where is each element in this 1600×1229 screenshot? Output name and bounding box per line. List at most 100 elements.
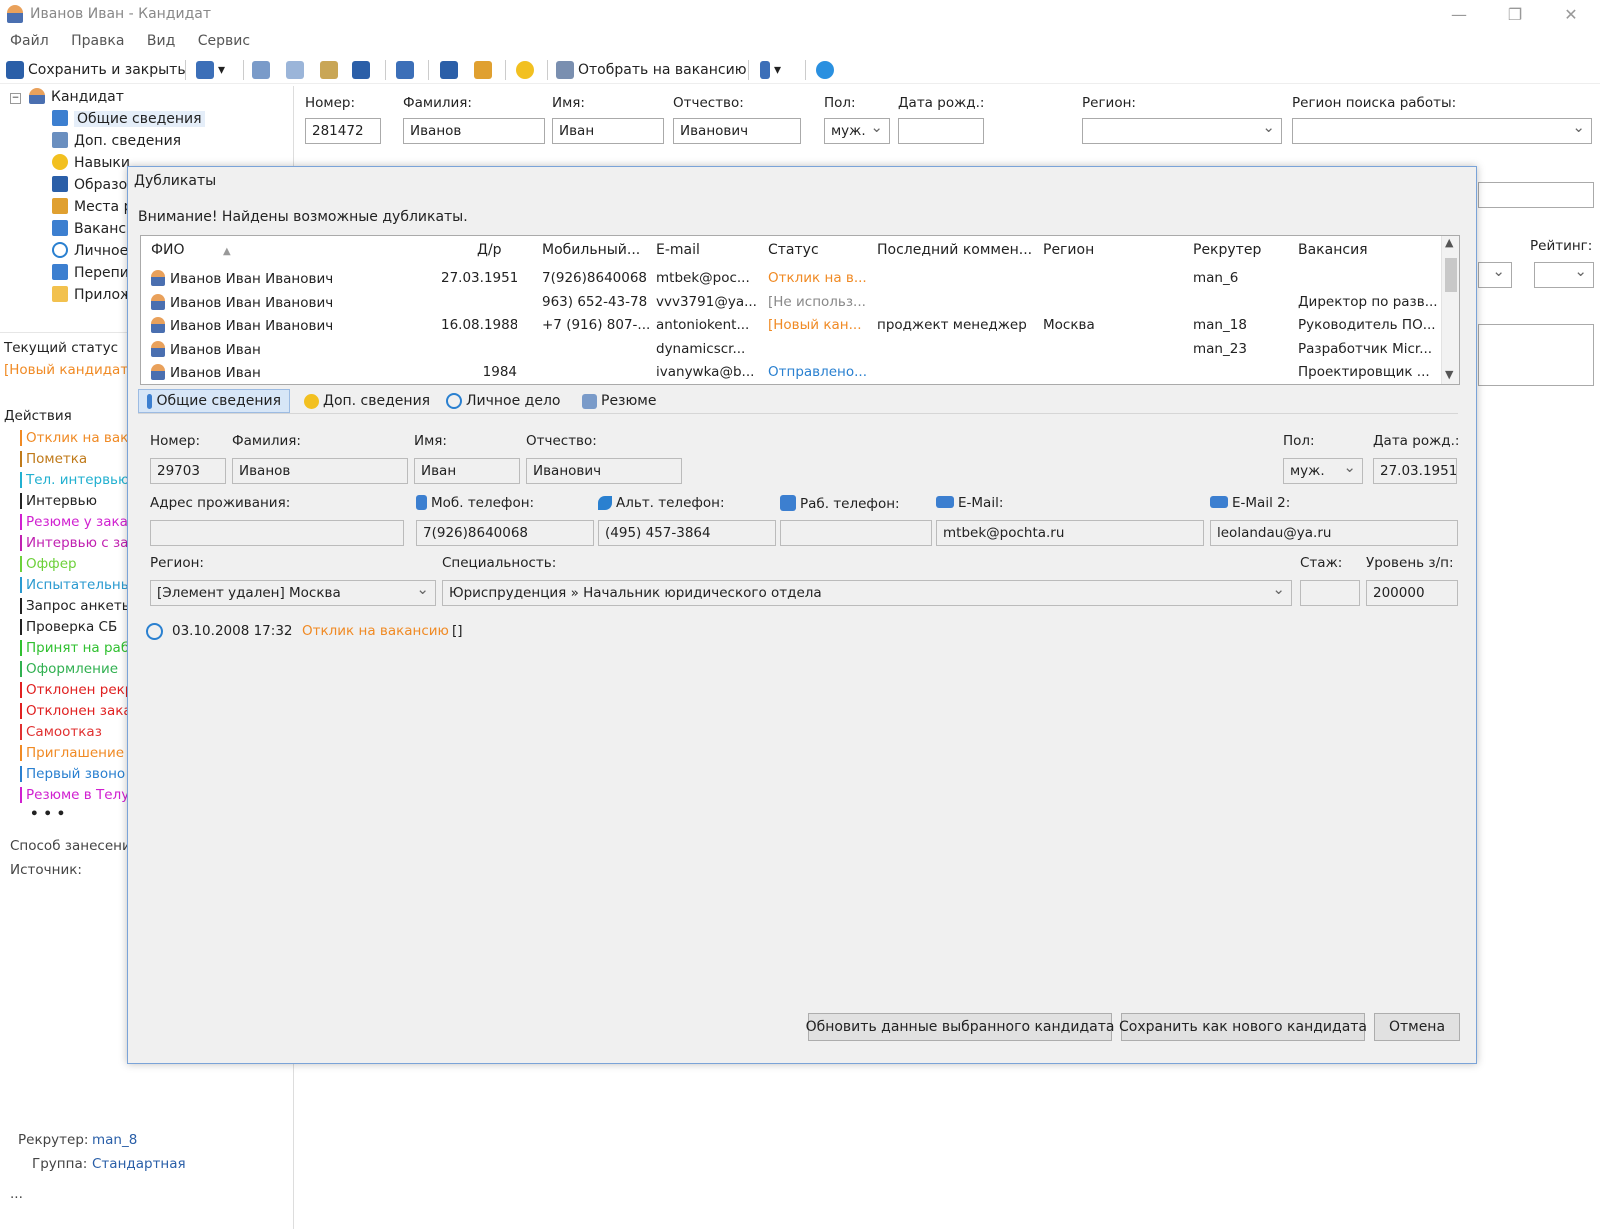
menu-service[interactable]: Сервис [198,33,250,49]
hidden-select[interactable] [1478,262,1512,288]
col-header-status[interactable]: Статус [768,242,819,258]
collapse-icon[interactable]: − [10,93,21,104]
num-field[interactable]: 29703 [150,458,226,484]
save-new-candidate-button[interactable]: Сохранить как нового кандидата [1119,1013,1367,1041]
tree-item-general[interactable]: Общие сведения [52,110,205,127]
group-value[interactable]: Стандартная [92,1156,186,1172]
table-row[interactable]: Иванов Иван dynamicscr... man_23 Разработчи… [141,339,1441,361]
email-field[interactable]: mtbek@pochta.ru [936,520,1204,546]
event-text[interactable]: Отклик на вакансию [302,623,449,639]
alt-phone-field[interactable]: (495) 457-3864 [598,520,776,546]
tree-item-skills[interactable]: Навыки [52,154,130,171]
region-select[interactable] [1082,118,1282,144]
action-item[interactable]: Отклонен рекр [26,682,133,698]
print-button[interactable]: ▾ [196,59,225,81]
scroll-thumb[interactable] [1445,258,1457,292]
col-header-recruiter[interactable]: Рекрутер [1193,242,1261,258]
first-name-field[interactable]: Иван [552,118,664,144]
search-region-select[interactable] [1292,118,1592,144]
grid-scrollbar[interactable]: ▲ ▼ [1441,236,1459,384]
action-item[interactable]: Интервью [26,493,97,509]
first-name-field[interactable]: Иван [414,458,520,484]
specialty-select[interactable]: Юриспруденция » Начальник юридического о… [442,580,1292,606]
notes-field[interactable] [1478,324,1594,386]
restore-button[interactable]: ❐ [1504,4,1526,26]
col-header-mobile[interactable]: Мобильный... [542,242,640,258]
action-item[interactable]: Первый звоно [26,766,125,782]
action-item[interactable]: Тел. интервью [26,472,129,488]
action-item[interactable]: Резюме у заказ [26,514,135,530]
table-row[interactable]: Иванов Иван Иванович 16.08.1988 +7 (916) 8… [141,315,1441,337]
tree-item-personal[interactable]: Личное [52,242,128,259]
action-item[interactable]: Оформление [26,661,118,677]
attach-button[interactable]: ▾ [760,59,781,81]
last-name-field[interactable]: Иванов [403,118,545,144]
salary-field[interactable]: 200000 [1366,580,1458,606]
dob-field[interactable] [898,118,984,144]
action-item[interactable]: Пометка [26,451,87,467]
hidden-field[interactable] [1478,182,1594,208]
cut-button[interactable] [252,59,274,81]
region-select[interactable]: [Элемент удален] Москва [150,580,436,606]
address-field[interactable] [150,520,404,546]
copy-button[interactable] [286,59,308,81]
table-row[interactable]: Иванов Иван Иванович 963) 652-43-78 vvv379… [141,292,1441,314]
middle-name-field[interactable]: Иванович [673,118,801,144]
more-actions[interactable]: • • • [30,806,65,822]
tree-item-workplaces[interactable]: Места р [52,198,132,215]
save-close-button[interactable]: Сохранить и закрыть [6,59,186,81]
action-item[interactable]: Запрос анкеты [26,598,132,614]
mobile-field[interactable]: 7(926)8640068 [416,520,594,546]
num-field[interactable]: 281472 [305,118,381,144]
last-name-field[interactable]: Иванов [232,458,408,484]
col-header-dob[interactable]: Д/р [477,242,502,258]
table-row[interactable]: Иванов Иван Иванович 27.03.1951 7(926)8640… [141,268,1441,290]
menu-edit[interactable]: Правка [71,33,124,49]
experience-field[interactable] [1300,580,1360,606]
tree-item-attachments[interactable]: Прилож [52,286,133,303]
action-item[interactable]: Самоотказ [26,724,102,740]
sex-select[interactable]: муж. [824,118,890,144]
action-item[interactable]: Оффер [26,556,77,572]
spellcheck-button[interactable] [396,59,418,81]
action-item[interactable]: Интервью с за [26,535,128,551]
update-candidate-button[interactable]: Обновить данные выбранного кандидата [806,1013,1114,1041]
action-item[interactable]: Отклик на вака [26,430,137,446]
middle-name-field[interactable]: Иванович [526,458,682,484]
tree-item-vacancies[interactable]: Ваканс [52,220,126,237]
tree-item-additional[interactable]: Доп. сведения [52,132,181,149]
undo-button[interactable] [352,59,374,81]
email2-field[interactable]: leolandau@ya.ru [1210,520,1458,546]
tab-personal-file[interactable]: Личное дело [438,389,569,413]
skills-button[interactable] [516,59,538,81]
col-header-fio[interactable]: ФИО ▲ [151,242,231,258]
minimize-button[interactable]: — [1448,4,1470,26]
tree-item-education[interactable]: Образо [52,176,127,193]
action-item[interactable]: Испытательны [26,577,131,593]
action-item[interactable]: Приглашение [26,745,124,761]
work-phone-field[interactable] [780,520,932,546]
col-header-email[interactable]: E-mail [656,242,700,258]
menu-file[interactable]: Файл [10,33,49,49]
scroll-up-arrow-icon[interactable]: ▲ [1445,236,1453,249]
menu-view[interactable]: Вид [147,33,175,49]
tab-additional[interactable]: Доп. сведения [296,389,438,413]
action-item[interactable]: Проверка СБ [26,619,117,635]
table-row[interactable]: Иванов Иван 1984 ivanywka@b... Отправлено..… [141,362,1441,384]
dob-field[interactable]: 27.03.1951 [1373,458,1457,484]
action-item[interactable]: Резюме в Телу [26,787,129,803]
rating-select[interactable] [1534,262,1594,288]
help-button[interactable] [816,59,838,81]
sex-select[interactable]: муж. [1283,458,1363,484]
action-item[interactable]: Отклонен зака [26,703,132,719]
tree-root[interactable]: − Кандидат [10,88,124,105]
education-button[interactable] [440,59,462,81]
paste-button[interactable] [320,59,342,81]
tab-resume[interactable]: Резюме [574,389,664,413]
assign-vacancy-button[interactable]: Отобрать на вакансию [556,59,746,81]
tree-item-correspondence[interactable]: Перепи [52,264,129,281]
cancel-button[interactable]: Отмена [1374,1013,1460,1041]
action-item[interactable]: Принят на раб [26,640,129,656]
close-button[interactable]: ✕ [1560,4,1582,26]
col-header-region[interactable]: Регион [1043,242,1094,258]
